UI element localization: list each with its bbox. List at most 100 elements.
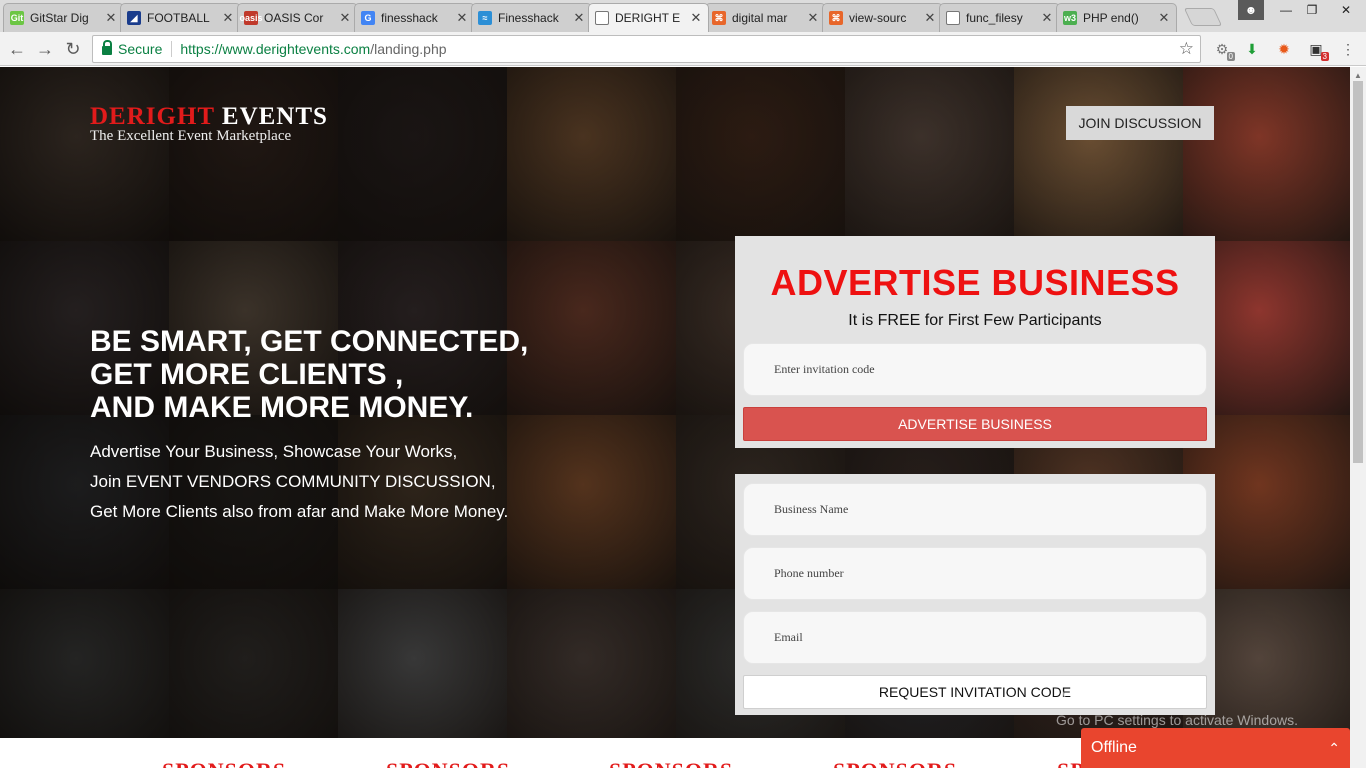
football-site-icon: ◢ — [127, 11, 141, 25]
tab-close-icon[interactable]: ✕ — [105, 10, 117, 26]
tab-close-icon[interactable]: ✕ — [1041, 10, 1053, 26]
logo-tagline: The Excellent Event Marketplace — [90, 128, 292, 144]
hero-headline: BE SMART, GET CONNECTED, GET MORE CLIENT… — [90, 325, 690, 424]
advertise-business-button[interactable]: ADVERTISE BUSINESS — [743, 407, 1207, 441]
tab-title: FOOTBALL — [147, 11, 210, 25]
menu-dots-icon[interactable]: ⋮ — [1338, 39, 1358, 59]
browser-tab-strip: Git GitStar Dig ✕ ◢ FOOTBALL ✕ oasis OASIS Cor ✕… — [0, 0, 1366, 32]
flame-extension-icon[interactable]: ✹ — [1274, 39, 1294, 59]
secure-label: Secure — [118, 41, 173, 57]
url-path: /landing.php — [370, 41, 447, 57]
lock-icon — [102, 40, 112, 55]
tab-title: finesshack — [381, 11, 438, 25]
tab-title: view-sourc — [849, 11, 907, 25]
advertise-card-subtitle: It is FREE for First Few Participants — [848, 312, 1102, 329]
browser-tab[interactable]: w3 PHP end() ✕ — [1056, 3, 1177, 32]
notification-extension-icon[interactable]: ▣ 3 — [1306, 39, 1329, 61]
scrollbar-thumb[interactable] — [1353, 81, 1363, 463]
advertise-card-title: ADVERTISE BUSINESS — [770, 262, 1180, 303]
email-input[interactable]: Email — [743, 611, 1207, 664]
tab-close-icon[interactable]: ✕ — [690, 10, 702, 26]
subcopy-line-1: Advertise Your Business, Showcase Your W… — [90, 442, 458, 461]
finesshack-icon: ≈ — [478, 11, 492, 25]
tab-close-icon[interactable]: ✕ — [222, 10, 234, 26]
tab-title: digital mar — [732, 11, 788, 25]
browser-tab[interactable]: ≈ Finesshack ✕ — [471, 3, 592, 32]
oasis-icon: oasis — [239, 11, 263, 25]
headline-line-2: GET MORE CLIENTS , — [90, 358, 404, 391]
browser-tab[interactable]: DERIGHT E ✕ — [588, 3, 709, 32]
address-bar[interactable]: Secure https://www.derightevents.com /la… — [92, 35, 1201, 63]
request-invitation-card: Business Name Phone number Email REQUEST… — [735, 474, 1215, 715]
activate-windows-title: Activate Windows — [1056, 689, 1206, 710]
sponsor-heading: SPONSORS — [609, 758, 733, 768]
minimize-icon[interactable]: — — [1272, 0, 1300, 20]
forward-icon[interactable]: → — [34, 38, 56, 60]
activate-windows-subtitle: Go to PC settings to activate Windows. — [1056, 712, 1298, 728]
tab-close-icon[interactable]: ✕ — [924, 10, 936, 26]
tab-close-icon[interactable]: ✕ — [456, 10, 468, 26]
browser-toolbar: ← → ↻ Secure https://www.derightevents.c… — [0, 32, 1366, 66]
business-name-input[interactable]: Business Name — [743, 483, 1207, 536]
page-viewport: DERIGHT EVENTS The Excellent Event Marke… — [0, 67, 1350, 768]
windows-activation-watermark: Activate Windows Go to PC settings to ac… — [1056, 689, 1298, 729]
logo-word-deright: DERIGHT — [90, 103, 215, 130]
page-scrollbar[interactable]: ▲ — [1350, 67, 1366, 768]
browser-tab[interactable]: func_filesy ✕ — [939, 3, 1060, 32]
join-discussion-button[interactable]: JOIN DISCUSSION — [1066, 106, 1214, 140]
chat-widget-offline[interactable]: Offline ⌃ — [1081, 728, 1350, 768]
page-icon — [595, 11, 609, 25]
back-icon[interactable]: ← — [6, 38, 28, 60]
chevron-up-icon[interactable]: ⌃ — [1328, 740, 1340, 757]
site-logo[interactable]: DERIGHT EVENTS The Excellent Event Marke… — [90, 103, 328, 144]
tab-title: DERIGHT E — [615, 11, 681, 25]
bookmark-star-icon[interactable]: ☆ — [1179, 39, 1194, 59]
subcopy-line-3: Get More Clients also from afar and Make… — [90, 502, 509, 521]
url-host: https://www.derightevents.com — [180, 41, 371, 57]
user-profile-icon[interactable]: ☻ — [1238, 0, 1264, 20]
subcopy-line-2: Join EVENT VENDORS COMMUNITY DISCUSSION, — [90, 472, 496, 491]
tab-title: Finesshack — [498, 11, 559, 25]
tab-title: GitStar Dig — [30, 11, 89, 25]
new-tab-button[interactable] — [1183, 8, 1223, 26]
extension-badge: 3 — [1320, 52, 1329, 61]
tab-title: func_filesy — [966, 11, 1023, 25]
sponsor-heading: SPONSORS — [162, 758, 286, 768]
tab-title: OASIS Cor — [264, 11, 324, 25]
w3schools-icon: w3 — [1063, 11, 1077, 25]
sponsor-heading: SPONSORS — [833, 758, 957, 768]
maximize-icon[interactable]: ❐ — [1298, 0, 1326, 20]
invitation-code-input[interactable]: Enter invitation code — [743, 343, 1207, 396]
xampp-icon: ⌘ — [829, 11, 843, 25]
extension-badge: 0 — [1226, 52, 1235, 61]
browser-tab[interactable]: ⌘ view-sourc ✕ — [822, 3, 943, 32]
page-icon — [946, 11, 960, 25]
tab-close-icon[interactable]: ✕ — [339, 10, 351, 26]
phone-number-input[interactable]: Phone number — [743, 547, 1207, 600]
xampp-icon: ⌘ — [712, 11, 726, 25]
scroll-up-arrow-icon[interactable]: ▲ — [1354, 71, 1362, 80]
google-icon: G — [361, 11, 375, 25]
logo-word-events: EVENTS — [214, 103, 328, 130]
close-window-icon[interactable]: ✕ — [1326, 0, 1366, 20]
hero-section: DERIGHT EVENTS The Excellent Event Marke… — [0, 67, 1350, 738]
chat-widget-label: Offline — [1091, 739, 1137, 756]
browser-tab[interactable]: ⌘ digital mar ✕ — [705, 3, 826, 32]
extension-grid-icon[interactable]: ⚙ 0 — [1212, 39, 1235, 61]
tab-title: PHP end() — [1083, 11, 1139, 25]
download-extension-icon[interactable]: ⬇ — [1242, 39, 1262, 59]
sponsor-heading: SPONSORS — [386, 758, 510, 768]
browser-tab[interactable]: Gfinesshack ✕ — [354, 3, 475, 32]
advertise-business-card: ADVERTISE BUSINESS It is FREE for First … — [735, 236, 1215, 448]
tab-close-icon[interactable]: ✕ — [1158, 10, 1170, 26]
reload-icon[interactable]: ↻ — [62, 38, 84, 60]
browser-tab[interactable]: ◢ FOOTBALL ✕ — [120, 3, 241, 32]
browser-tab[interactable]: Git GitStar Dig ✕ — [3, 3, 124, 32]
headline-line-3: AND MAKE MORE MONEY. — [90, 391, 474, 424]
browser-tab[interactable]: oasis OASIS Cor ✕ — [237, 3, 358, 32]
gitstar-icon: Git — [10, 11, 24, 25]
tab-close-icon[interactable]: ✕ — [807, 10, 819, 26]
headline-line-1: BE SMART, GET CONNECTED, — [90, 325, 529, 358]
tab-close-icon[interactable]: ✕ — [573, 10, 585, 26]
hero-subcopy: Advertise Your Business, Showcase Your W… — [90, 437, 690, 527]
